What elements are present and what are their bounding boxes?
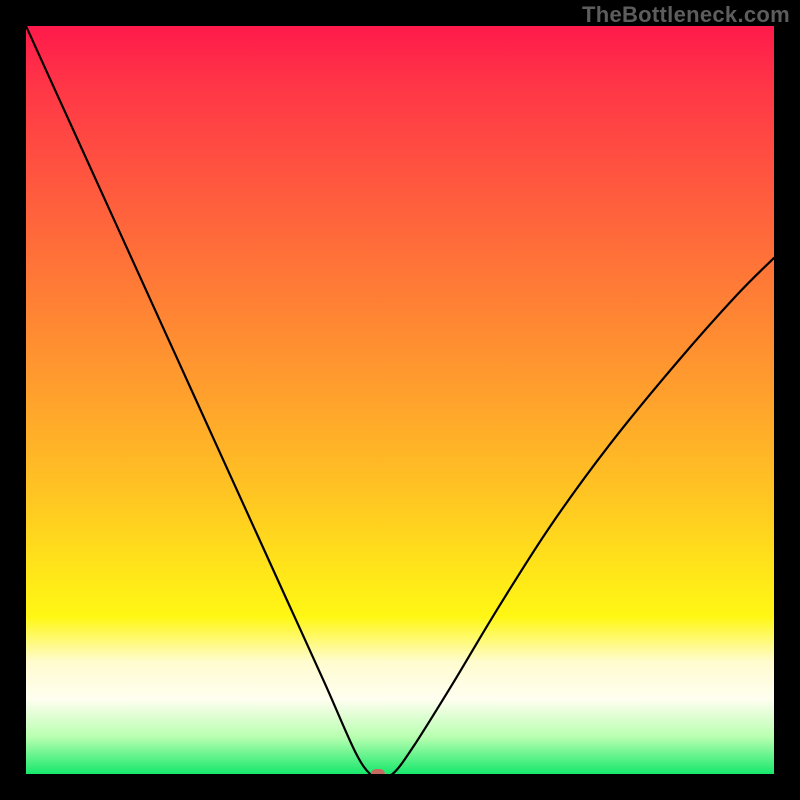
optimal-marker — [371, 769, 385, 774]
plot-area — [26, 26, 774, 774]
watermark-text: TheBottleneck.com — [582, 2, 790, 28]
bottleneck-curve — [26, 26, 774, 774]
curve-path — [26, 26, 774, 774]
chart-frame: TheBottleneck.com — [0, 0, 800, 800]
